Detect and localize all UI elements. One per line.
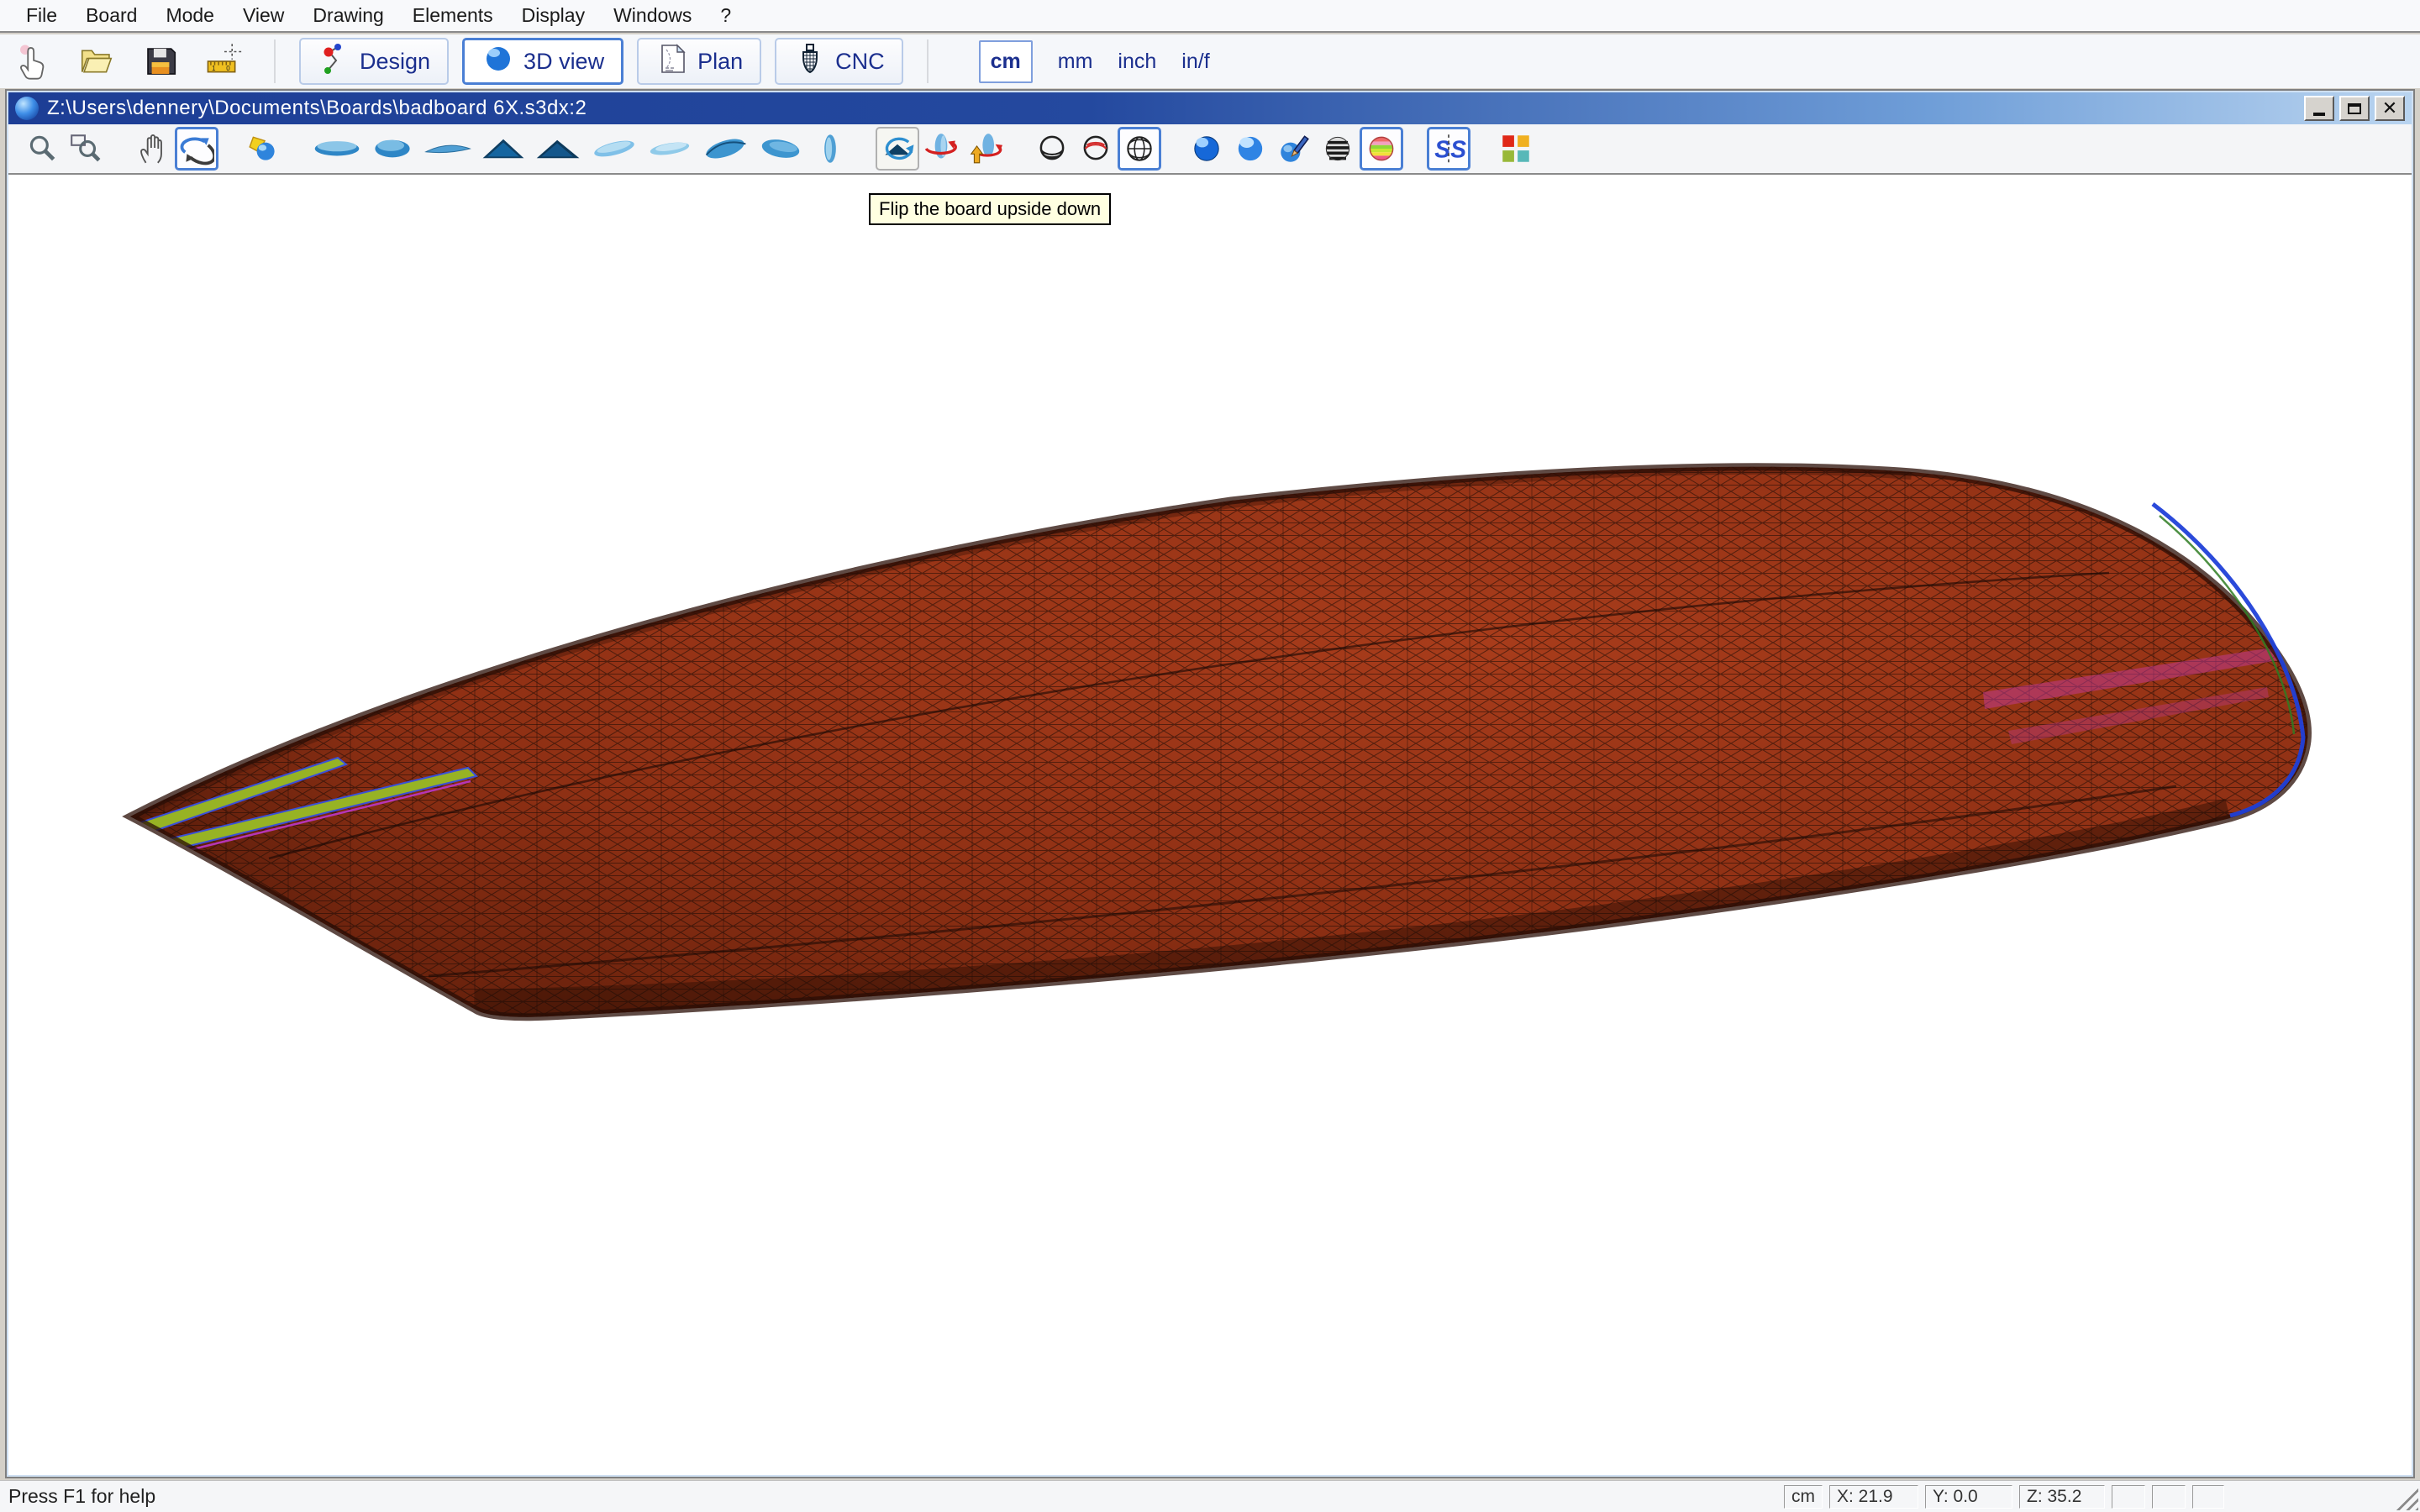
lighting-icon[interactable] — [242, 127, 286, 171]
render-outline-icon[interactable] — [1030, 127, 1074, 171]
svg-text:1: 1 — [212, 65, 216, 72]
window-title: Z:\Users\dennery\Documents\Boards\badboa… — [47, 97, 587, 120]
3d-view-mode-button[interactable]: 3D view — [462, 38, 623, 85]
render-solid-icon[interactable] — [1185, 127, 1228, 171]
cnc-bit-icon — [793, 42, 827, 81]
menu-windows[interactable]: Windows — [599, 0, 706, 31]
unit-in-f[interactable]: in/f — [1181, 50, 1209, 74]
status-help-text: Press F1 for help — [0, 1485, 155, 1508]
status-field-z: Z: 35.2 — [2019, 1485, 2105, 1509]
status-fields: cmX: 21.9 Y: 0.0 Z: 35.2 — [1784, 1485, 2224, 1509]
file-toolbar: 10 — [0, 40, 266, 82]
view-perspective-3-icon[interactable] — [697, 127, 753, 171]
minimize-icon — [2313, 113, 2325, 116]
render-color-map-icon[interactable] — [1360, 127, 1403, 171]
mode-button-label: Plan — [697, 49, 743, 75]
svg-text:S: S — [1450, 137, 1466, 164]
render-wireframe-icon[interactable] — [1118, 127, 1161, 171]
status-field-e2 — [2152, 1485, 2186, 1509]
design-mode-button[interactable]: Design — [299, 38, 449, 85]
menu-file[interactable]: File — [12, 0, 71, 31]
cnc-mode-button[interactable]: CNC — [775, 38, 903, 85]
main-toolbar: 10 Design3D viewPlanCNC cmmminchin/f — [0, 34, 2420, 88]
window-controls: ✕ — [2304, 96, 2412, 121]
mode-button-label: 3D view — [523, 49, 604, 75]
resize-grip-icon[interactable] — [2395, 1487, 2418, 1510]
status-field-y: Y: 0.0 — [1925, 1485, 2012, 1509]
unit-inch[interactable]: inch — [1118, 50, 1156, 74]
board-3d-render[interactable] — [8, 176, 2412, 1475]
view-toolbar: SS — [8, 124, 2412, 175]
unit-selector: cm mm inch in/f — [937, 40, 1210, 83]
mode-buttons: Design 3D view Plan CNC — [284, 38, 918, 85]
design-nodes-icon — [318, 42, 351, 81]
view-side-icon[interactable] — [420, 127, 476, 171]
status-field-x: X: 21.9 — [1829, 1485, 1918, 1509]
mode-button-label: CNC — [835, 49, 885, 75]
menu-help[interactable]: ? — [706, 0, 745, 31]
status-field-e1 — [2112, 1485, 2145, 1509]
render-curvature-icon[interactable] — [1316, 127, 1360, 171]
close-button[interactable]: ✕ — [2375, 96, 2405, 121]
toolbar-separator — [274, 39, 276, 83]
render-outline-red-icon[interactable] — [1074, 127, 1118, 171]
view-nose-icon[interactable] — [476, 127, 531, 171]
view-deck-icon[interactable] — [309, 127, 365, 171]
menu-display[interactable]: Display — [508, 0, 599, 31]
view-tail-icon[interactable] — [531, 127, 587, 171]
measurements-ruler-icon[interactable]: 10 — [203, 40, 245, 82]
maximize-button[interactable] — [2339, 96, 2370, 121]
view-perspective-2-icon[interactable] — [642, 127, 697, 171]
save-icon[interactable] — [139, 40, 182, 82]
status-bar: Press F1 for help cmX: 21.9 Y: 0.0 Z: 35.2 — [0, 1480, 2420, 1512]
render-shaded-icon[interactable] — [1228, 127, 1272, 171]
plan-mode-button[interactable]: Plan — [637, 38, 761, 85]
render-edit-icon[interactable] — [1272, 127, 1316, 171]
pan-hand-icon[interactable] — [131, 127, 175, 171]
toolbar-separator — [927, 39, 929, 83]
unit-cm[interactable]: cm — [979, 40, 1033, 83]
menu-elements[interactable]: Elements — [398, 0, 508, 31]
view-perspective-4-icon[interactable] — [753, 127, 808, 171]
zoom-window-icon[interactable] — [64, 127, 108, 171]
menu-bar: FileBoardModeViewDrawingElementsDisplayW… — [0, 0, 2420, 33]
title-bar[interactable]: Z:\Users\dennery\Documents\Boards\badboa… — [8, 92, 2412, 124]
sphere-3d-icon — [481, 42, 515, 81]
tooltip: Flip the board upside down — [869, 193, 1111, 225]
menu-mode[interactable]: Mode — [151, 0, 229, 31]
unit-mm[interactable]: mm — [1058, 50, 1093, 74]
view-bottom-icon[interactable] — [365, 127, 420, 171]
flip-upside-down-icon[interactable] — [876, 127, 919, 171]
status-field-unit: cm — [1784, 1485, 1823, 1509]
symmetry-icon[interactable]: SS — [1427, 127, 1470, 171]
new-board-hand-icon[interactable] — [12, 40, 54, 82]
svg-text:0: 0 — [226, 65, 230, 72]
menu-view[interactable]: View — [229, 0, 298, 31]
menu-drawing[interactable]: Drawing — [298, 0, 397, 31]
view-perspective-1-icon[interactable] — [587, 127, 642, 171]
zoom-icon[interactable] — [20, 127, 64, 171]
menu-board[interactable]: Board — [71, 0, 151, 31]
mode-button-label: Design — [360, 49, 430, 75]
board-sphere-icon — [15, 97, 39, 120]
open-folder-icon[interactable] — [76, 40, 118, 82]
view-end-icon[interactable] — [808, 127, 852, 171]
document-window: Z:\Users\dennery\Documents\Boards\badboa… — [5, 89, 2415, 1478]
flip-nose-tail-icon[interactable] — [963, 127, 1007, 171]
maximize-icon — [2348, 103, 2361, 114]
status-field-e3 — [2192, 1485, 2224, 1509]
rotate-3d-icon[interactable] — [175, 127, 218, 171]
close-icon: ✕ — [2382, 99, 2397, 118]
minimize-button[interactable] — [2304, 96, 2334, 121]
viewport-3d[interactable]: Flip the board upside down — [8, 176, 2412, 1475]
color-palette-icon[interactable] — [1494, 127, 1538, 171]
rotate-board-icon[interactable] — [919, 127, 963, 171]
plan-document-icon — [655, 42, 689, 81]
